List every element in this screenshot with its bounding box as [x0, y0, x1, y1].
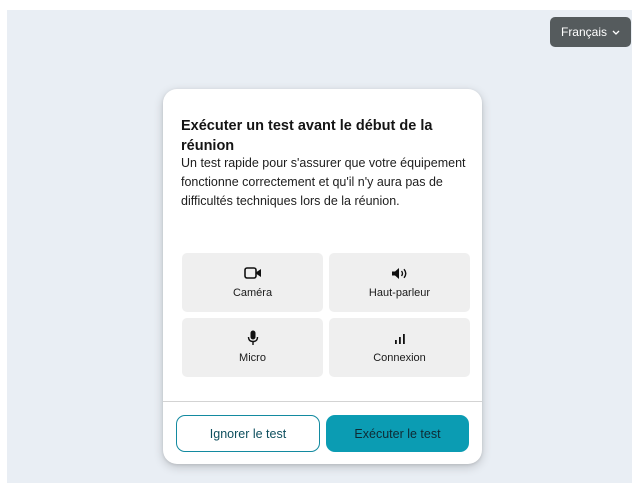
- speaker-icon: [391, 266, 409, 280]
- language-selector[interactable]: Français: [550, 17, 631, 47]
- dialog-title: Exécuter un test avant le début de la ré…: [181, 118, 433, 154]
- microphone-icon: [247, 330, 259, 345]
- footer-divider: [163, 401, 482, 402]
- connection-test-label: Connexion: [373, 352, 426, 364]
- camera-icon: [243, 266, 262, 280]
- camera-test-tile[interactable]: Caméra: [182, 253, 323, 312]
- speaker-test-tile[interactable]: Haut-parleur: [329, 253, 470, 312]
- dialog-description: Un test rapide pour s'assurer que votre …: [181, 156, 466, 208]
- signal-icon: [394, 331, 406, 345]
- camera-test-label: Caméra: [232, 287, 273, 299]
- run-test-button[interactable]: Exécuter le test: [326, 415, 469, 452]
- microphone-test-tile[interactable]: Micro: [182, 318, 323, 377]
- device-test-dialog: Exécuter un test avant le début de la ré…: [163, 89, 482, 464]
- language-label: Français: [560, 25, 607, 39]
- skip-test-button[interactable]: Ignorer le test: [176, 415, 320, 452]
- chevron-down-icon: [612, 28, 620, 37]
- microphone-test-label: Micro: [239, 352, 266, 364]
- speaker-test-label: Haut-parleur: [368, 287, 431, 299]
- connection-test-tile[interactable]: Connexion: [329, 318, 470, 377]
